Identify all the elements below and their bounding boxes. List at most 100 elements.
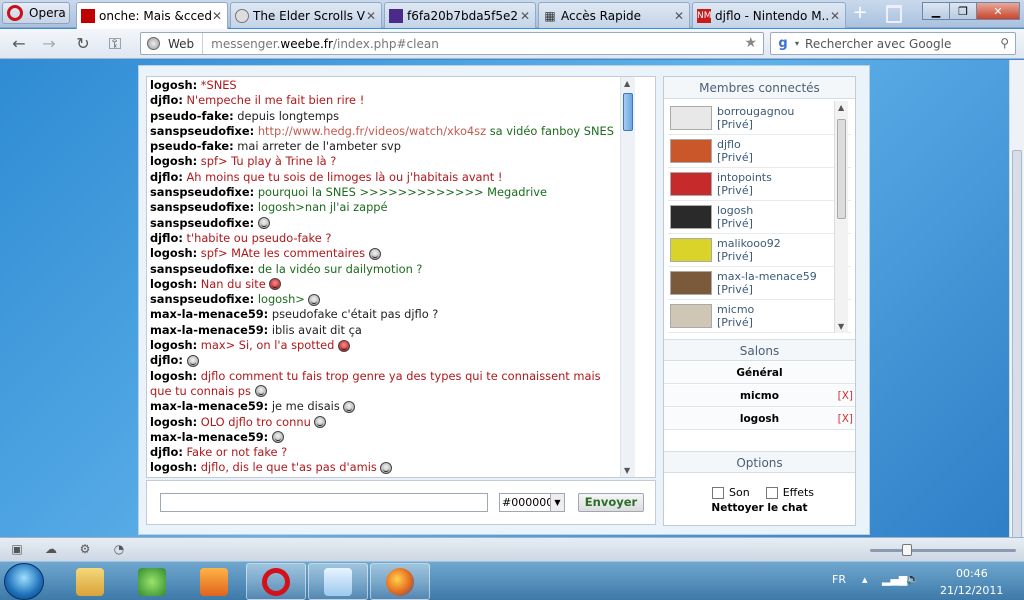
page-scrollbar[interactable] — [1009, 60, 1024, 580]
message-author[interactable]: logosh: — [150, 154, 197, 168]
trash-icon[interactable] — [886, 5, 902, 23]
message-author[interactable]: logosh: — [150, 460, 197, 474]
member-item[interactable]: borrougagnou [Privé] — [668, 102, 851, 135]
tab-image[interactable]: f6fa20b7bda5f5e23... ✕ — [384, 2, 536, 28]
member-item[interactable]: intopoints [Privé] — [668, 168, 851, 201]
unite-cloud-icon[interactable]: ☁ — [44, 543, 58, 556]
message-author[interactable]: pseudo-fake: — [150, 109, 234, 123]
scroll-down-icon[interactable]: ▼ — [838, 322, 844, 331]
search-field[interactable]: g ▾ Rechercher avec Google ⚲ — [770, 32, 1016, 55]
color-select[interactable]: #000000 ▼ — [499, 493, 565, 512]
avatar[interactable] — [670, 106, 712, 130]
tab-onche[interactable]: onche: Mais &cced... ✕ — [76, 2, 228, 29]
restore-icon[interactable]: ❐ — [949, 2, 977, 20]
avatar[interactable] — [670, 139, 712, 163]
key-icon[interactable]: ⚿ — [106, 35, 124, 53]
clock-time[interactable]: 00:46 — [956, 567, 988, 580]
message-author[interactable]: max-la-menace59: — [150, 307, 268, 321]
sound-checkbox[interactable] — [712, 486, 724, 499]
member-item[interactable]: micmo [Privé] — [668, 300, 851, 333]
close-tab-icon[interactable]: ✕ — [365, 9, 377, 23]
bookmark-star-icon[interactable]: ★ — [744, 35, 757, 51]
avatar[interactable] — [670, 304, 712, 328]
message-author[interactable]: sanspseudofixe: — [150, 292, 254, 306]
tab-speed-dial[interactable]: ▦ Accès Rapide ✕ — [538, 2, 690, 28]
chevron-down-icon[interactable]: ▼ — [550, 494, 564, 511]
scrollbar-thumb[interactable] — [837, 119, 846, 219]
scrollbar-thumb[interactable] — [1012, 150, 1022, 580]
message-author[interactable]: logosh: — [150, 338, 197, 352]
member-name[interactable]: borrougagnou — [717, 105, 794, 118]
url-text[interactable]: messenger.weebe.fr/index.php#clean — [203, 37, 439, 51]
zoom-slider[interactable] — [870, 544, 1016, 556]
clear-chat-link[interactable]: Nettoyer le chat — [664, 502, 855, 514]
scroll-up-icon[interactable]: ▲ — [838, 103, 844, 112]
member-name[interactable]: max-la-menace59 — [717, 270, 817, 283]
close-window-icon[interactable]: ✕ — [976, 2, 1020, 20]
opera-task[interactable] — [246, 563, 306, 600]
member-item[interactable]: djflo [Privé] — [668, 135, 851, 168]
new-tab-icon[interactable]: + — [850, 4, 870, 24]
private-message-link[interactable]: [Privé] — [717, 217, 753, 230]
avatar[interactable] — [670, 205, 712, 229]
scroll-up-icon[interactable]: ▲ — [624, 79, 630, 88]
message-author[interactable]: logosh: — [150, 78, 197, 92]
close-tab-icon[interactable]: ✕ — [211, 9, 223, 23]
speed-icon[interactable]: ◔ — [112, 543, 126, 556]
private-message-link[interactable]: [Privé] — [717, 151, 753, 164]
member-item[interactable]: malikooo92 [Privé] — [668, 234, 851, 267]
firefox-task[interactable] — [370, 563, 430, 600]
scrollbar-thumb[interactable] — [623, 93, 633, 131]
private-message-link[interactable]: [Privé] — [717, 184, 772, 197]
network-icon[interactable]: ▂▄▆ — [882, 573, 907, 586]
avatar[interactable] — [670, 271, 712, 295]
message-author[interactable]: pseudo-fake: — [150, 139, 234, 153]
member-name[interactable]: djflo — [717, 138, 753, 151]
volume-icon[interactable]: 🔈 — [906, 572, 920, 585]
message-input[interactable] — [160, 493, 488, 512]
close-salon-button[interactable]: [X] — [838, 408, 853, 430]
windows-start-icon[interactable] — [4, 563, 44, 600]
close-tab-icon[interactable]: ✕ — [519, 9, 531, 23]
scroll-down-icon[interactable]: ▼ — [624, 466, 630, 475]
private-message-link[interactable]: [Privé] — [717, 283, 817, 296]
tab-elder-scrolls[interactable]: The Elder Scrolls V: ... ✕ — [230, 2, 382, 28]
web-badge[interactable]: Web — [141, 33, 204, 54]
message-author[interactable]: djflo: — [150, 170, 183, 184]
back-icon[interactable]: ← — [10, 35, 28, 53]
member-item[interactable]: logosh [Privé] — [668, 201, 851, 234]
avatar[interactable] — [670, 238, 712, 262]
turbo-icon[interactable]: ⚙ — [78, 543, 92, 556]
message-author[interactable]: max-la-menace59: — [150, 323, 268, 337]
message-author[interactable]: logosh: — [150, 246, 197, 260]
salon-micmo[interactable]: micmo [X] — [664, 385, 855, 407]
member-name[interactable]: micmo — [717, 303, 754, 316]
chevron-down-icon[interactable]: ▾ — [795, 39, 799, 48]
show-hidden-icons[interactable]: ▴ — [862, 573, 868, 586]
message-author[interactable]: djflo: — [150, 353, 183, 367]
effects-checkbox[interactable] — [765, 486, 778, 499]
members-scrollbar[interactable]: ▲ ▼ — [834, 101, 848, 333]
message-author[interactable]: sanspseudofixe: — [150, 124, 254, 138]
explorer-task[interactable] — [60, 563, 120, 600]
forward-icon[interactable]: → — [40, 35, 58, 53]
private-message-link[interactable]: [Privé] — [717, 316, 754, 329]
message-author[interactable]: logosh: — [150, 369, 197, 383]
search-icon[interactable]: ⚲ — [1000, 36, 1009, 50]
message-author[interactable]: djflo: — [150, 93, 183, 107]
member-name[interactable]: intopoints — [717, 171, 772, 184]
media-player-task[interactable] — [184, 563, 244, 600]
address-bar[interactable]: Web messenger.weebe.fr/index.php#clean ★ — [140, 32, 764, 55]
messenger-task[interactable] — [122, 563, 182, 600]
zoom-slider-knob[interactable] — [902, 544, 912, 556]
salon-logosh[interactable]: logosh [X] — [664, 408, 855, 430]
notepad-task[interactable] — [308, 563, 368, 600]
message-author[interactable]: sanspseudofixe: — [150, 200, 254, 214]
reload-icon[interactable]: ↻ — [74, 35, 92, 53]
avatar[interactable] — [670, 172, 712, 196]
panel-toggle-icon[interactable]: ▣ — [10, 543, 24, 556]
message-author[interactable]: sanspseudofixe: — [150, 216, 254, 230]
salon-general[interactable]: Général — [664, 362, 855, 384]
member-item[interactable]: max-la-menace59 [Privé] — [668, 267, 851, 300]
message-link[interactable]: http://www.hedg.fr/videos/watch/xko4sz — [258, 124, 486, 138]
